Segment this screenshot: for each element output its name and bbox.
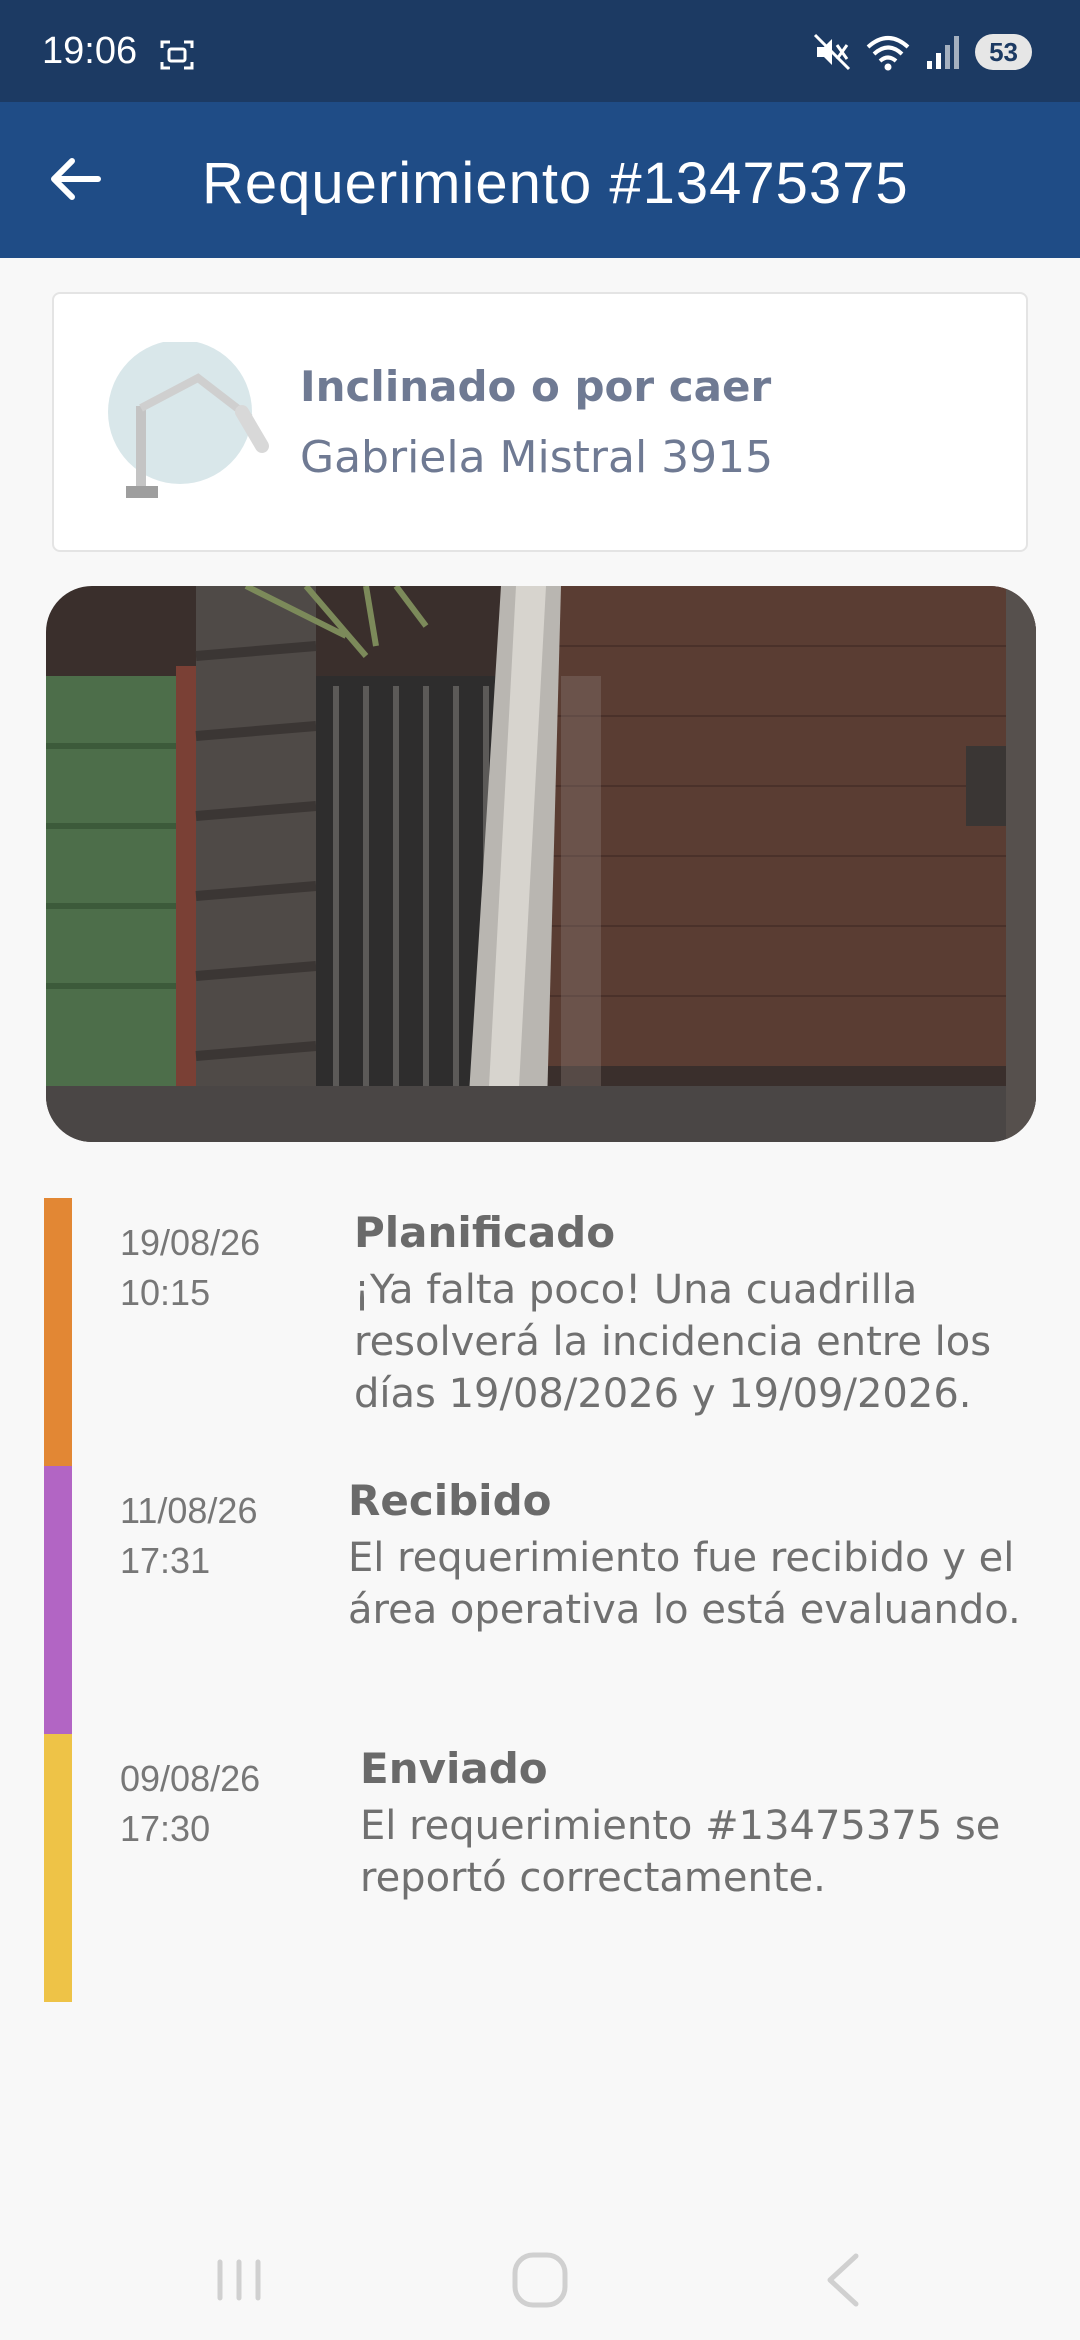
request-address: Gabriela Mistral 3915 bbox=[300, 432, 774, 483]
timeline-description: El requerimiento #13475375 se reportó co… bbox=[360, 1803, 1001, 1901]
screen-record-icon bbox=[160, 40, 194, 70]
status-icons: 53 bbox=[813, 32, 1032, 72]
streetlight-icon bbox=[108, 342, 269, 498]
request-category: Inclinado o por caer bbox=[300, 362, 772, 411]
timeline-title: Enviado bbox=[360, 1744, 548, 1793]
timeline-item-recibido: 11/08/26 17:31 Recibido El requerimiento … bbox=[44, 1466, 1044, 1734]
mute-icon bbox=[814, 33, 851, 71]
battery-icon: 53 bbox=[975, 34, 1032, 70]
signal-icon bbox=[927, 36, 960, 69]
timeline-item-planificado: 19/08/26 10:15 Planificado ¡Ya falta poco… bbox=[44, 1198, 1044, 1466]
timeline-title: Recibido bbox=[348, 1476, 552, 1525]
timeline-date: 19/08/26 10:15 bbox=[120, 1222, 261, 1313]
wifi-icon bbox=[866, 36, 910, 71]
timeline-date: 11/08/26 17:31 bbox=[120, 1490, 258, 1581]
timeline-title: Planificado bbox=[354, 1208, 616, 1257]
app-bar: Requerimiento #13475375 bbox=[0, 102, 1080, 258]
request-info-card: Inclinado o por caer Gabriela Mistral 39… bbox=[52, 292, 1028, 552]
status-bar: 19:06 53 bbox=[0, 0, 1080, 102]
timeline-item-enviado: 09/08/26 17:30 Enviado El requerimiento #… bbox=[44, 1734, 1044, 2002]
system-nav-bar bbox=[0, 2220, 1080, 2340]
request-photo[interactable] bbox=[46, 586, 1036, 1142]
timeline-description: El requerimiento fue recibido y el área … bbox=[348, 1535, 1021, 1633]
recent-apps-icon[interactable] bbox=[204, 2248, 274, 2312]
home-icon[interactable] bbox=[505, 2248, 575, 2312]
photo-of-leaning-pole bbox=[46, 586, 1036, 1142]
timeline-color-bar bbox=[44, 1734, 72, 2002]
timeline-color-bar bbox=[44, 1198, 72, 1466]
back-icon[interactable] bbox=[808, 2248, 878, 2312]
page-title: Requerimiento #13475375 bbox=[202, 151, 909, 216]
status-time: 19:06 bbox=[42, 30, 138, 72]
timeline-description: ¡Ya falta poco! Una cuadrilla resolverá … bbox=[354, 1267, 992, 1417]
timeline-color-bar bbox=[44, 1466, 72, 1734]
arrow-left-icon[interactable] bbox=[42, 146, 108, 212]
timeline-date: 09/08/26 17:30 bbox=[120, 1758, 261, 1849]
